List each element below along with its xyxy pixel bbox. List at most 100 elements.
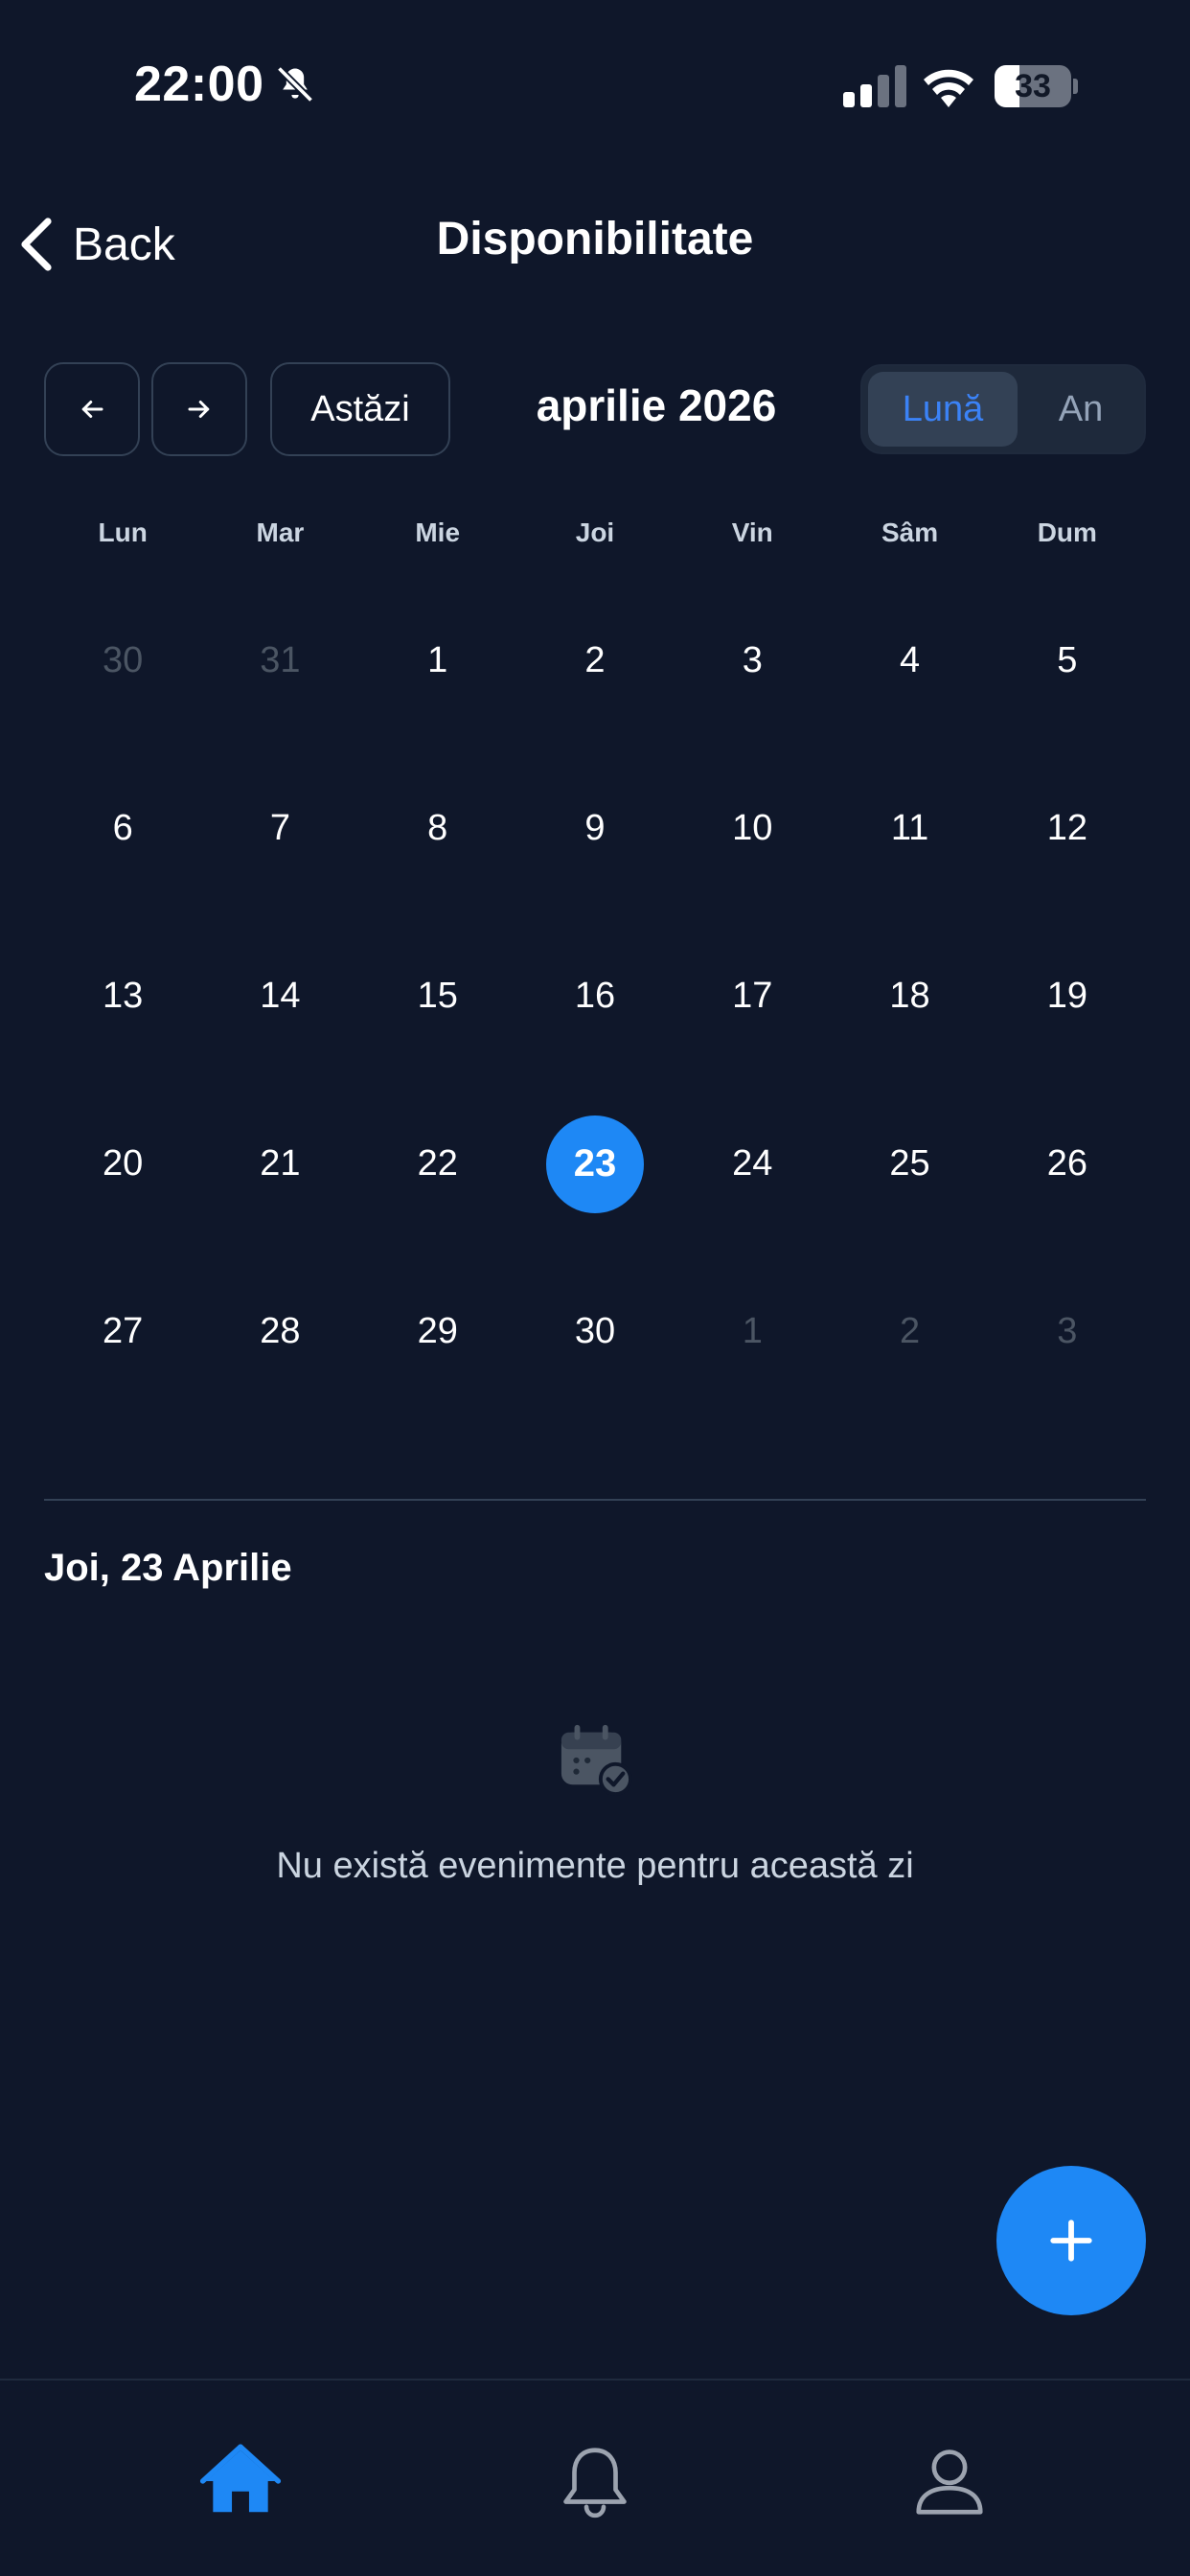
day-number: 8: [427, 808, 448, 848]
plus-icon: [1050, 2220, 1092, 2262]
battery-indicator: 33: [995, 65, 1079, 107]
arrow-right-icon: [188, 401, 210, 418]
day-number: 14: [260, 976, 301, 1016]
day-number: 7: [269, 808, 290, 848]
day-number: 22: [417, 1143, 458, 1184]
calendar-day[interactable]: 30: [516, 1248, 674, 1415]
day-number: 12: [1046, 808, 1087, 848]
add-event-button[interactable]: [996, 2166, 1146, 2315]
today-button[interactable]: Astăzi: [270, 362, 450, 456]
day-number: 31: [260, 640, 301, 680]
weekday-label: Joi: [575, 518, 615, 547]
calendar-day[interactable]: 1: [359, 577, 516, 745]
week-row: 27 28 29 30 1 2 3: [44, 1248, 1146, 1415]
calendar-day[interactable]: 13: [44, 912, 201, 1080]
view-month-button[interactable]: Lună: [868, 372, 1018, 447]
calendar-day[interactable]: 16: [516, 912, 674, 1080]
calendar-day[interactable]: 6: [44, 745, 201, 912]
day-number: 11: [890, 808, 929, 848]
weekday-label: Mie: [415, 518, 461, 547]
user-icon: [916, 2450, 983, 2515]
day-number: 20: [103, 1143, 144, 1184]
calendar-day[interactable]: 25: [831, 1080, 988, 1248]
chevron-left-icon: [21, 218, 52, 271]
calendar-day[interactable]: 3: [674, 577, 831, 745]
calendar-day[interactable]: 21: [201, 1080, 358, 1248]
day-number: 13: [103, 976, 144, 1016]
calendar-day[interactable]: 12: [989, 745, 1146, 912]
calendar-day[interactable]: 7: [201, 745, 358, 912]
calendar-day[interactable]: 28: [201, 1248, 358, 1415]
calendar-day[interactable]: 2: [516, 577, 674, 745]
month-title: aprilie 2026: [536, 380, 777, 430]
next-month-button[interactable]: [151, 362, 247, 456]
weekday-label: Sâm: [881, 518, 939, 547]
calendar-day[interactable]: 15: [359, 912, 516, 1080]
bell-off-icon: [276, 65, 314, 104]
calendar-toolbar: Astăzi aprilie 2026 Lună An: [0, 355, 1190, 460]
calendar-day[interactable]: 31: [201, 577, 358, 745]
calendar-day[interactable]: 11: [831, 745, 988, 912]
calendar-grid: 30 31 1 2 3 4 5 6 7 8 9 10 11 12 13 14 1…: [44, 577, 1146, 1415]
calendar-day[interactable]: 3: [989, 1248, 1146, 1415]
week-row: 30 31 1 2 3 4 5: [44, 577, 1146, 745]
week-row: 20 21 22 23 24 25 26: [44, 1080, 1146, 1248]
day-number: 4: [899, 640, 921, 680]
calendar-day[interactable]: 14: [201, 912, 358, 1080]
day-number: 2: [584, 640, 606, 680]
calendar-day[interactable]: 29: [359, 1248, 516, 1415]
empty-state-message: Nu există evenimente pentru această zi: [276, 1846, 914, 1886]
day-number: 28: [260, 1311, 301, 1351]
day-number: 26: [1046, 1143, 1087, 1184]
nav-header: Back Disponibilitate: [0, 172, 1190, 316]
calendar-day[interactable]: 26: [989, 1080, 1146, 1248]
day-number: 21: [260, 1143, 301, 1184]
page-title: Disponibilitate: [436, 214, 754, 264]
calendar-day[interactable]: 30: [44, 577, 201, 745]
day-number: 30: [574, 1311, 616, 1351]
tab-home[interactable]: [197, 2438, 284, 2524]
calendar-day[interactable]: 18: [831, 912, 988, 1080]
day-number: 23: [545, 1115, 644, 1213]
status-bar: 22:00 33: [0, 0, 1190, 172]
calendar-day[interactable]: 4: [831, 577, 988, 745]
tab-notifications[interactable]: [552, 2438, 638, 2524]
calendar-day[interactable]: 10: [674, 745, 831, 912]
calendar-day[interactable]: 9: [516, 745, 674, 912]
weekday-label: Vin: [731, 518, 773, 547]
calendar-day[interactable]: 24: [674, 1080, 831, 1248]
view-year-button[interactable]: An: [1023, 372, 1138, 447]
calendar-day[interactable]: 22: [359, 1080, 516, 1248]
previous-month-button[interactable]: [44, 362, 140, 456]
day-number: 24: [732, 1143, 773, 1184]
calendar-day[interactable]: 8: [359, 745, 516, 912]
calendar-day[interactable]: 2: [831, 1248, 988, 1415]
divider: [44, 1499, 1146, 1501]
home-icon: [199, 2444, 282, 2513]
day-number: 5: [1057, 640, 1078, 680]
day-number: 29: [417, 1311, 458, 1351]
tab-profile[interactable]: [906, 2438, 993, 2524]
status-time: 22:00: [134, 57, 264, 112]
calendar-day[interactable]: 17: [674, 912, 831, 1080]
day-number: 10: [732, 808, 773, 848]
calendar-day[interactable]: 1: [674, 1248, 831, 1415]
calendar-check-icon: [561, 1724, 632, 1796]
back-label: Back: [73, 218, 175, 270]
day-number: 18: [889, 976, 930, 1016]
calendar-day[interactable]: 19: [989, 912, 1146, 1080]
tab-bar: [0, 2379, 1190, 2576]
day-number: 19: [1046, 976, 1087, 1016]
day-number: 3: [1057, 1311, 1078, 1351]
calendar-day[interactable]: 27: [44, 1248, 201, 1415]
arrow-left-icon: [81, 401, 103, 418]
bell-icon: [563, 2448, 627, 2518]
week-row: 6 7 8 9 10 11 12: [44, 745, 1146, 912]
back-button[interactable]: Back: [17, 211, 175, 278]
calendar-day-selected[interactable]: 23: [516, 1080, 674, 1248]
calendar-day[interactable]: 5: [989, 577, 1146, 745]
day-number: 9: [584, 808, 606, 848]
battery-level: 33: [1015, 68, 1051, 104]
view-toggle: Lună An: [860, 364, 1146, 454]
calendar-day[interactable]: 20: [44, 1080, 201, 1248]
